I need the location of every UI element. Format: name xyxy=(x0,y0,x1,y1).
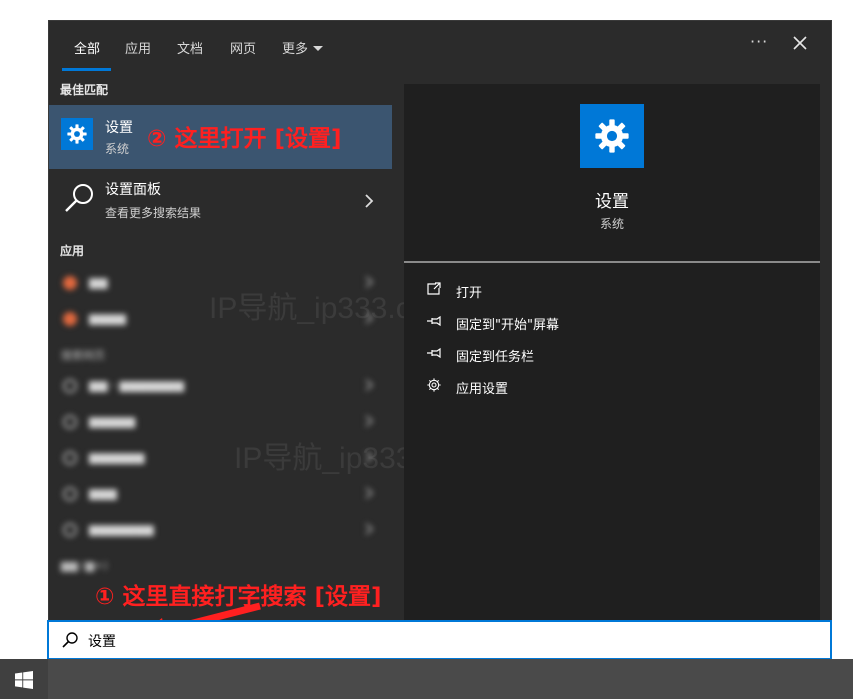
action-label: 应用设置 xyxy=(456,382,509,397)
blurred-text: ▆▆▆ xyxy=(89,486,117,500)
tab-more-label: 更多 xyxy=(282,42,309,57)
search-icon xyxy=(63,379,77,393)
filter-tab-bar: 全部 应用 文档 网页 更多 ··· xyxy=(49,21,831,71)
blurred-text: ▆▆ xyxy=(89,275,108,289)
blurred-section-header: ▆▆ (▆+) xyxy=(61,559,108,572)
apps-header: 应用 xyxy=(60,244,85,258)
gear-icon xyxy=(61,118,93,150)
app-icon xyxy=(63,276,77,290)
chevron-right-icon xyxy=(365,415,373,427)
blurred-web-result[interactable]: ▆▆▆▆▆▆▆ xyxy=(49,513,392,547)
more-options-button[interactable]: ··· xyxy=(750,32,768,51)
chevron-down-icon xyxy=(313,46,324,51)
action-label: 固定到任务栏 xyxy=(456,350,535,365)
start-search-window: 全部 应用 文档 网页 更多 ··· 最佳匹配 设置 系统 ② 这里打开 [设置… xyxy=(48,20,832,660)
action-label: 打开 xyxy=(456,286,483,301)
search-bar[interactable]: 设置 xyxy=(47,620,832,660)
search-icon xyxy=(63,487,77,501)
blurred-web-header: 搜索网页 xyxy=(61,349,105,362)
chevron-right-icon xyxy=(365,379,373,391)
settings-panel-web-result[interactable]: 设置面板 查看更多搜索结果 xyxy=(49,171,392,231)
blurred-text: ▆▆ - ▆▆▆▆▆▆▆ xyxy=(89,378,185,392)
tab-all[interactable]: 全部 xyxy=(74,38,100,57)
chevron-right-icon xyxy=(365,523,373,535)
search-input[interactable]: 设置 xyxy=(88,631,116,651)
blurred-web-result[interactable]: ▆▆▆ xyxy=(49,477,392,511)
action-pin-taskbar[interactable]: 固定到任务栏 xyxy=(426,342,806,366)
close-icon[interactable] xyxy=(790,33,810,53)
action-label: 固定到"开始"屏幕 xyxy=(456,318,559,333)
blurred-text: ▆▆▆▆▆▆ xyxy=(89,450,145,464)
search-icon xyxy=(65,184,93,212)
divider xyxy=(404,261,820,263)
windows-logo-icon xyxy=(15,671,33,689)
action-pin-start[interactable]: 固定到"开始"屏幕 xyxy=(426,310,806,334)
tab-more[interactable]: 更多 xyxy=(282,38,324,57)
result-subtitle: 查看更多搜索结果 xyxy=(105,206,202,220)
gear-icon xyxy=(427,378,441,392)
pin-icon xyxy=(427,347,441,359)
preview-pane: 设置 系统 打开 固定到"开始"屏幕 固定到任务栏 应用设置 xyxy=(404,84,820,622)
tab-apps[interactable]: 应用 xyxy=(125,38,151,57)
blurred-text: ▆▆▆▆▆ xyxy=(89,414,136,428)
pin-icon xyxy=(427,315,441,327)
preview-title: 设置 xyxy=(595,192,629,212)
action-open[interactable]: 打开 xyxy=(426,278,806,302)
result-title: 设置面板 xyxy=(105,182,161,198)
best-match-title: 设置 xyxy=(105,120,133,136)
app-icon xyxy=(63,312,77,326)
best-match-header: 最佳匹配 xyxy=(60,83,109,97)
search-icon xyxy=(62,632,78,648)
best-match-settings[interactable]: 设置 系统 ② 这里打开 [设置] xyxy=(49,105,392,169)
search-icon xyxy=(63,451,77,465)
annotation-step2: ② 这里打开 [设置] xyxy=(147,126,342,152)
action-app-settings[interactable]: 应用设置 xyxy=(426,374,806,398)
watermark: IP导航_ip333.cn xyxy=(209,292,428,325)
results-list: 最佳匹配 设置 系统 ② 这里打开 [设置] 设置面板 查看更多搜索结果 应用 … xyxy=(49,71,392,622)
search-icon xyxy=(63,415,77,429)
search-icon xyxy=(63,523,77,537)
best-match-subtitle: 系统 xyxy=(105,142,130,156)
tab-web[interactable]: 网页 xyxy=(230,38,256,57)
start-button[interactable] xyxy=(0,659,48,699)
tab-documents[interactable]: 文档 xyxy=(177,38,203,57)
chevron-right-icon xyxy=(365,487,373,499)
blurred-text: ▆▆▆▆▆▆▆ xyxy=(89,522,154,536)
open-icon xyxy=(427,282,441,295)
blurred-text: ▆▆▆▆ xyxy=(89,311,126,325)
taskbar xyxy=(0,659,853,699)
chevron-right-icon xyxy=(365,194,374,208)
blurred-web-result[interactable]: ▆▆ - ▆▆▆▆▆▆▆ xyxy=(49,369,392,403)
preview-subtitle: 系统 xyxy=(599,217,624,231)
gear-icon xyxy=(580,104,644,168)
